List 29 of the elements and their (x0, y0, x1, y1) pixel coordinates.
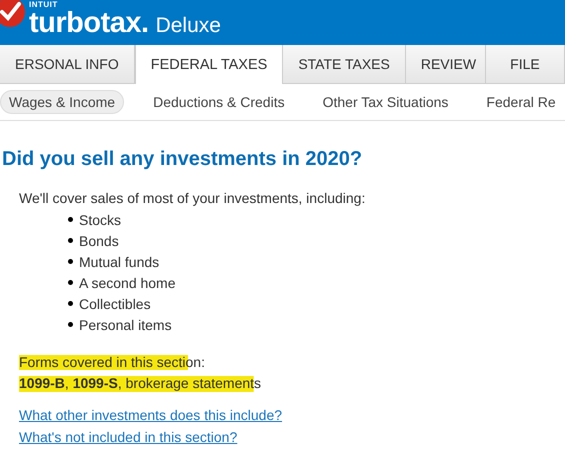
product-logo: turbotax. (29, 9, 149, 37)
bullet-icon (68, 238, 73, 243)
page-heading: Did you sell any investments in 2020? (2, 148, 364, 171)
bullet-icon (68, 301, 73, 306)
list-item: A second home (79, 274, 176, 290)
bullet-icon (68, 322, 73, 327)
nav-tab[interactable]: FEDERAL TAXES (134, 45, 284, 84)
nav-tab[interactable]: FILE (486, 45, 565, 83)
help-link[interactable]: What other investments does this include? (19, 404, 282, 426)
section-link[interactable]: Other Tax Situations (314, 90, 458, 114)
list-item: Mutual funds (79, 254, 160, 270)
nav-tab[interactable]: ERSONAL INFO (0, 45, 135, 83)
edition-label: Deluxe (156, 14, 221, 38)
company-name: INTUIT (29, 0, 59, 9)
section-link[interactable]: Deductions & Credits (144, 90, 294, 114)
bullet-icon (68, 280, 73, 285)
list-item: Stocks (79, 212, 122, 228)
list-item: Bonds (79, 232, 119, 248)
section-link[interactable]: Wages & Income (0, 90, 124, 114)
section-link[interactable]: Federal Re (477, 90, 565, 114)
nav-tab[interactable]: STATE TAXES (283, 45, 406, 83)
checkmark-logo-icon (0, 0, 26, 28)
bullet-icon (68, 217, 73, 222)
bullet-icon (68, 259, 73, 264)
help-link[interactable]: What's not included in this section? (19, 426, 238, 448)
list-item: Collectibles (79, 296, 151, 312)
intro-text: We'll cover sales of most of your investments, including: (19, 190, 366, 206)
nav-tab[interactable]: REVIEW (406, 45, 486, 83)
list-item: Personal items (79, 316, 172, 332)
